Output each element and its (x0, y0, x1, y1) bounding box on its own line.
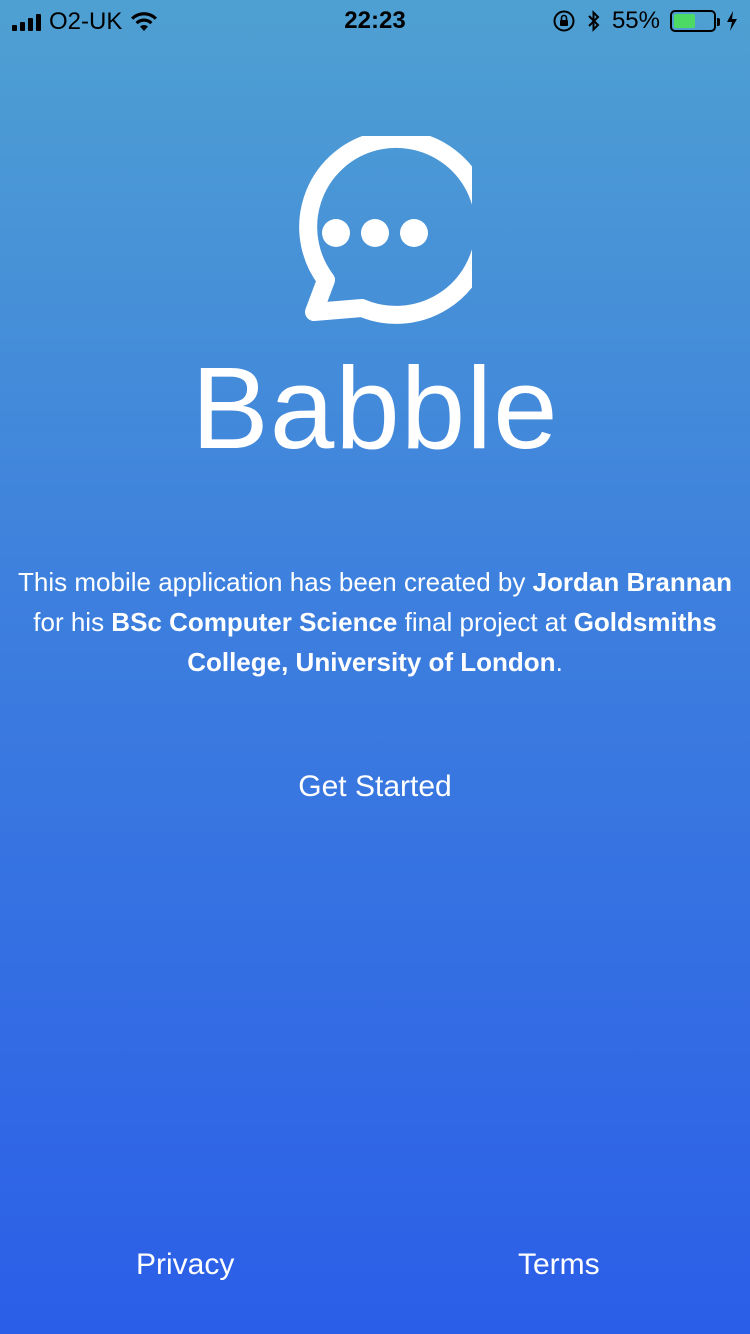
get-started-button[interactable]: Get Started (0, 770, 750, 804)
degree-name: BSc Computer Science (111, 607, 398, 637)
credits-text-1: This mobile application has been created… (18, 567, 533, 597)
battery-icon (670, 10, 720, 32)
status-right: 55% (552, 7, 738, 35)
terms-link[interactable]: Terms (518, 1248, 600, 1282)
charging-icon (727, 11, 737, 31)
rotation-lock-icon (553, 10, 575, 32)
credits-text-2: for his (33, 607, 112, 637)
author-name: Jordan Brannan (532, 567, 732, 597)
status-bar: O2-UK 22:23 55% (0, 0, 750, 40)
privacy-link[interactable]: Privacy (136, 1248, 234, 1282)
chat-bubble-icon (299, 136, 472, 324)
credits-text-3: final project at (397, 607, 574, 637)
credits-text: This mobile application has been created… (0, 562, 750, 682)
bluetooth-icon (588, 10, 600, 32)
credits-text-4: . (555, 647, 563, 677)
battery-percent: 55% (611, 7, 660, 34)
app-title: Babble (191, 343, 559, 473)
